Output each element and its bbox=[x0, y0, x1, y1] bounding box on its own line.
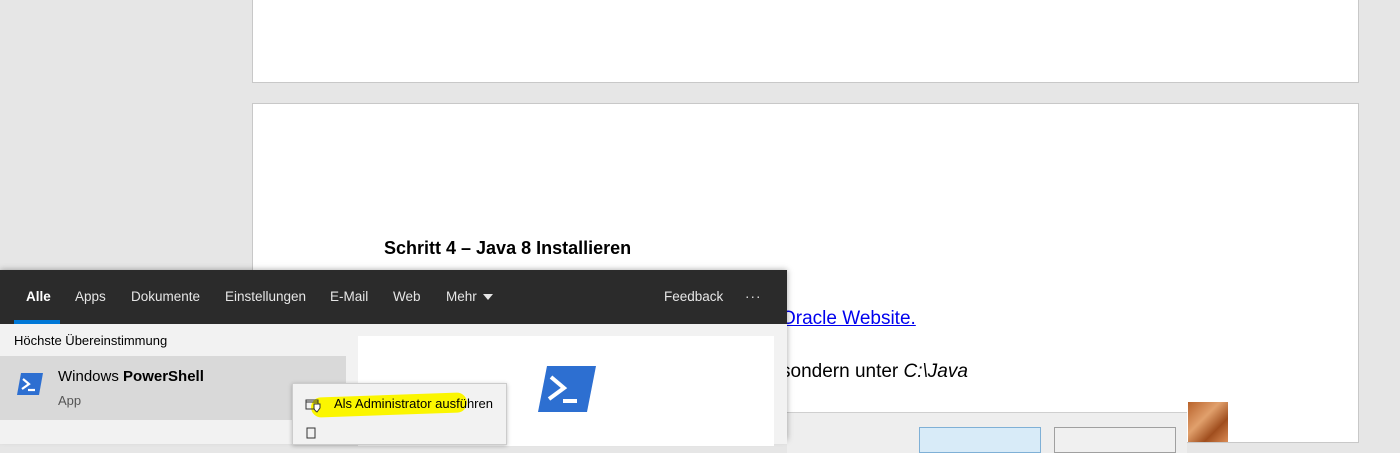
install-path-value: C:\Java bbox=[903, 361, 968, 382]
run-as-admin-label: Als Administrator ausführen bbox=[334, 396, 493, 411]
embedded-installer-image bbox=[787, 412, 1187, 453]
best-match-title: Windows PowerShell bbox=[58, 368, 204, 385]
search-tab-bar: Alle Apps Dokumente Einstellungen E-Mail… bbox=[0, 270, 787, 324]
shield-icon bbox=[305, 399, 321, 413]
powershell-icon bbox=[17, 373, 43, 395]
install-path-text: sondern unter C:\Java bbox=[781, 361, 968, 383]
best-match-title-bold: PowerShell bbox=[123, 368, 204, 385]
powershell-large-icon bbox=[538, 366, 596, 412]
more-options-button[interactable]: ··· bbox=[745, 270, 762, 324]
tab-apps[interactable]: Apps bbox=[75, 270, 106, 324]
embedded-wood-image bbox=[1188, 402, 1228, 442]
context-menu: Als Administrator ausführen bbox=[292, 383, 507, 445]
step-heading: Schritt 4 – Java 8 Installieren bbox=[384, 238, 632, 258]
install-path-prefix: sondern unter bbox=[781, 361, 904, 382]
best-match-type: App bbox=[58, 393, 82, 408]
pin-icon[interactable] bbox=[305, 426, 319, 440]
tab-mehr-label: Mehr bbox=[446, 289, 477, 304]
chevron-down-icon bbox=[482, 294, 493, 301]
tab-web[interactable]: Web bbox=[393, 270, 421, 324]
oracle-website-link[interactable]: Oracle Website. bbox=[781, 308, 916, 330]
document-page-previous bbox=[252, 0, 1359, 83]
tab-mehr[interactable]: Mehr bbox=[446, 270, 493, 324]
tab-einstellungen[interactable]: Einstellungen bbox=[225, 270, 306, 324]
tab-dokumente[interactable]: Dokumente bbox=[131, 270, 200, 324]
tab-email[interactable]: E-Mail bbox=[330, 270, 368, 324]
best-match-label: Höchste Übereinstimmung bbox=[14, 333, 168, 348]
best-match-title-prefix: Windows bbox=[58, 368, 124, 385]
run-as-admin-menu-item[interactable]: Als Administrator ausführen bbox=[293, 392, 506, 418]
tab-alle[interactable]: Alle bbox=[26, 270, 51, 324]
feedback-button[interactable]: Feedback bbox=[664, 270, 723, 324]
